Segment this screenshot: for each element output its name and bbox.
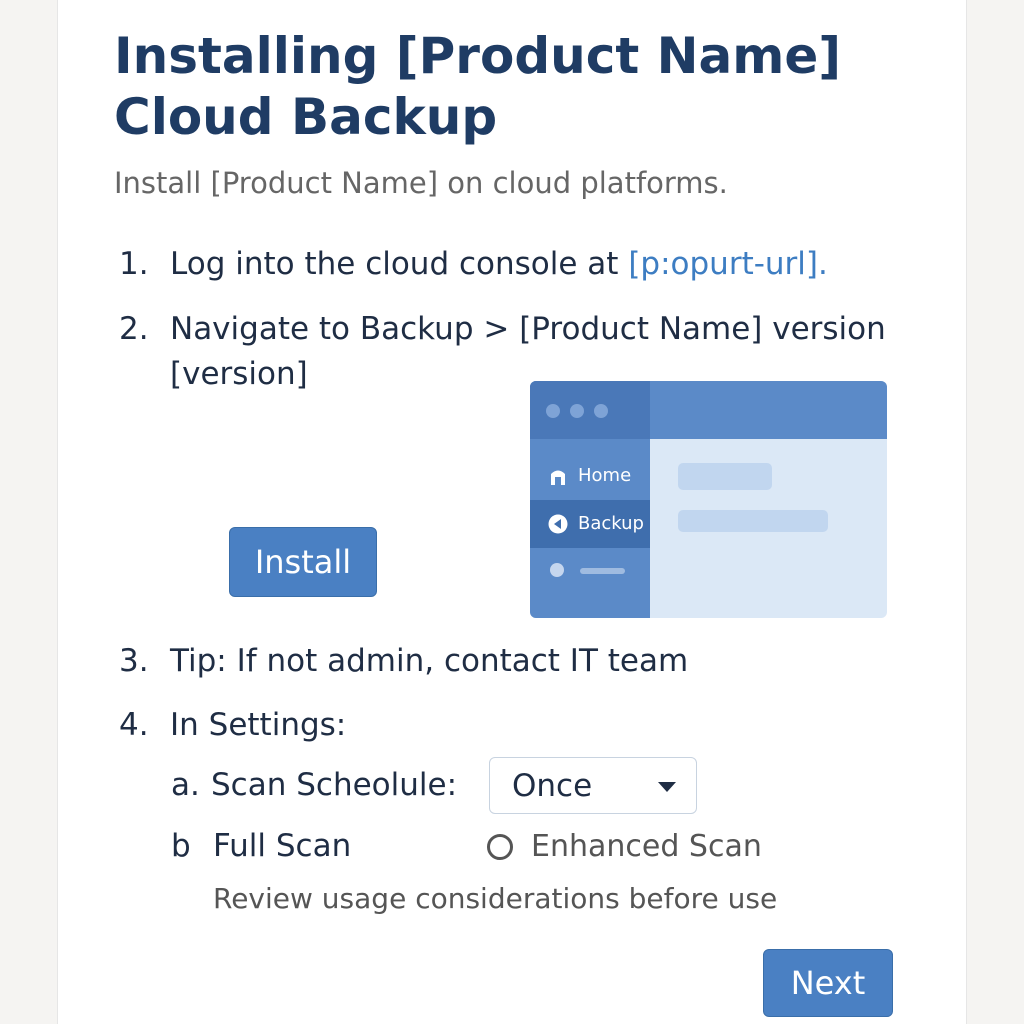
usage-note: Review usage considerations before use (213, 882, 778, 915)
next-button[interactable]: Next (763, 949, 893, 1017)
enhanced-scan-radio[interactable] (487, 834, 513, 860)
page-title: Installing [Product Name] Cloud Backup (114, 26, 914, 148)
placeholder-line (580, 568, 625, 574)
chevron-down-icon (658, 782, 676, 792)
scan-schedule-label: Scan Scheolule: (211, 767, 458, 803)
step-2-text-line-2: [version] (170, 356, 308, 392)
instructions-card: Installing [Product Name] Cloud Backup I… (57, 0, 967, 1024)
scan-schedule-marker: a. (171, 767, 200, 803)
full-scan-label: Full Scan (213, 828, 352, 864)
scan-schedule-value: Once (512, 768, 593, 804)
step-3-number: 3. (119, 643, 149, 679)
step-1-text: Log into the cloud console at [p:opurt-u… (170, 246, 828, 282)
step-2-text-line-1: Navigate to Backup > [Product Name] vers… (170, 311, 886, 347)
step-2-number: 2. (119, 311, 149, 347)
page-title-line-1: Installing [Product Name] (114, 27, 842, 85)
play-icon (548, 514, 568, 534)
illustration-sidebar-label-home: Home (578, 465, 632, 486)
window-dot-icon (570, 404, 584, 418)
illustration-sidebar-item-home: Home (530, 452, 650, 500)
illustration-sidebar-label-backup: Backup (578, 513, 644, 534)
illustration-header-left (530, 381, 650, 439)
console-illustration: Home Backup (530, 381, 887, 618)
illustration-sidebar: Home Backup (530, 439, 650, 618)
window-dot-icon (546, 404, 560, 418)
step-1-label: Log into the cloud console at (170, 246, 629, 282)
placeholder-content-bar (678, 510, 828, 532)
enhanced-scan-label[interactable]: Enhanced Scan (531, 829, 762, 864)
step-3-text: Tip: If not admin, contact IT team (170, 643, 689, 679)
placeholder-dot-icon (550, 563, 564, 577)
step-1-number: 1. (119, 246, 149, 282)
scan-schedule-select[interactable]: Once (489, 757, 697, 814)
step-4-number: 4. (119, 707, 149, 743)
page-subtitle: Install [Product Name] on cloud platform… (114, 166, 728, 200)
scan-type-marker: b (171, 828, 191, 864)
install-button[interactable]: Install (229, 527, 377, 597)
page-title-line-2: Cloud Backup (114, 88, 498, 146)
illustration-sidebar-item-backup: Backup (530, 500, 650, 548)
step-4-text: In Settings: (170, 707, 347, 743)
placeholder-content-bar (678, 463, 772, 490)
home-icon (551, 470, 565, 485)
window-dot-icon (594, 404, 608, 418)
console-url-link[interactable]: [p:opurt-url]. (628, 246, 828, 282)
